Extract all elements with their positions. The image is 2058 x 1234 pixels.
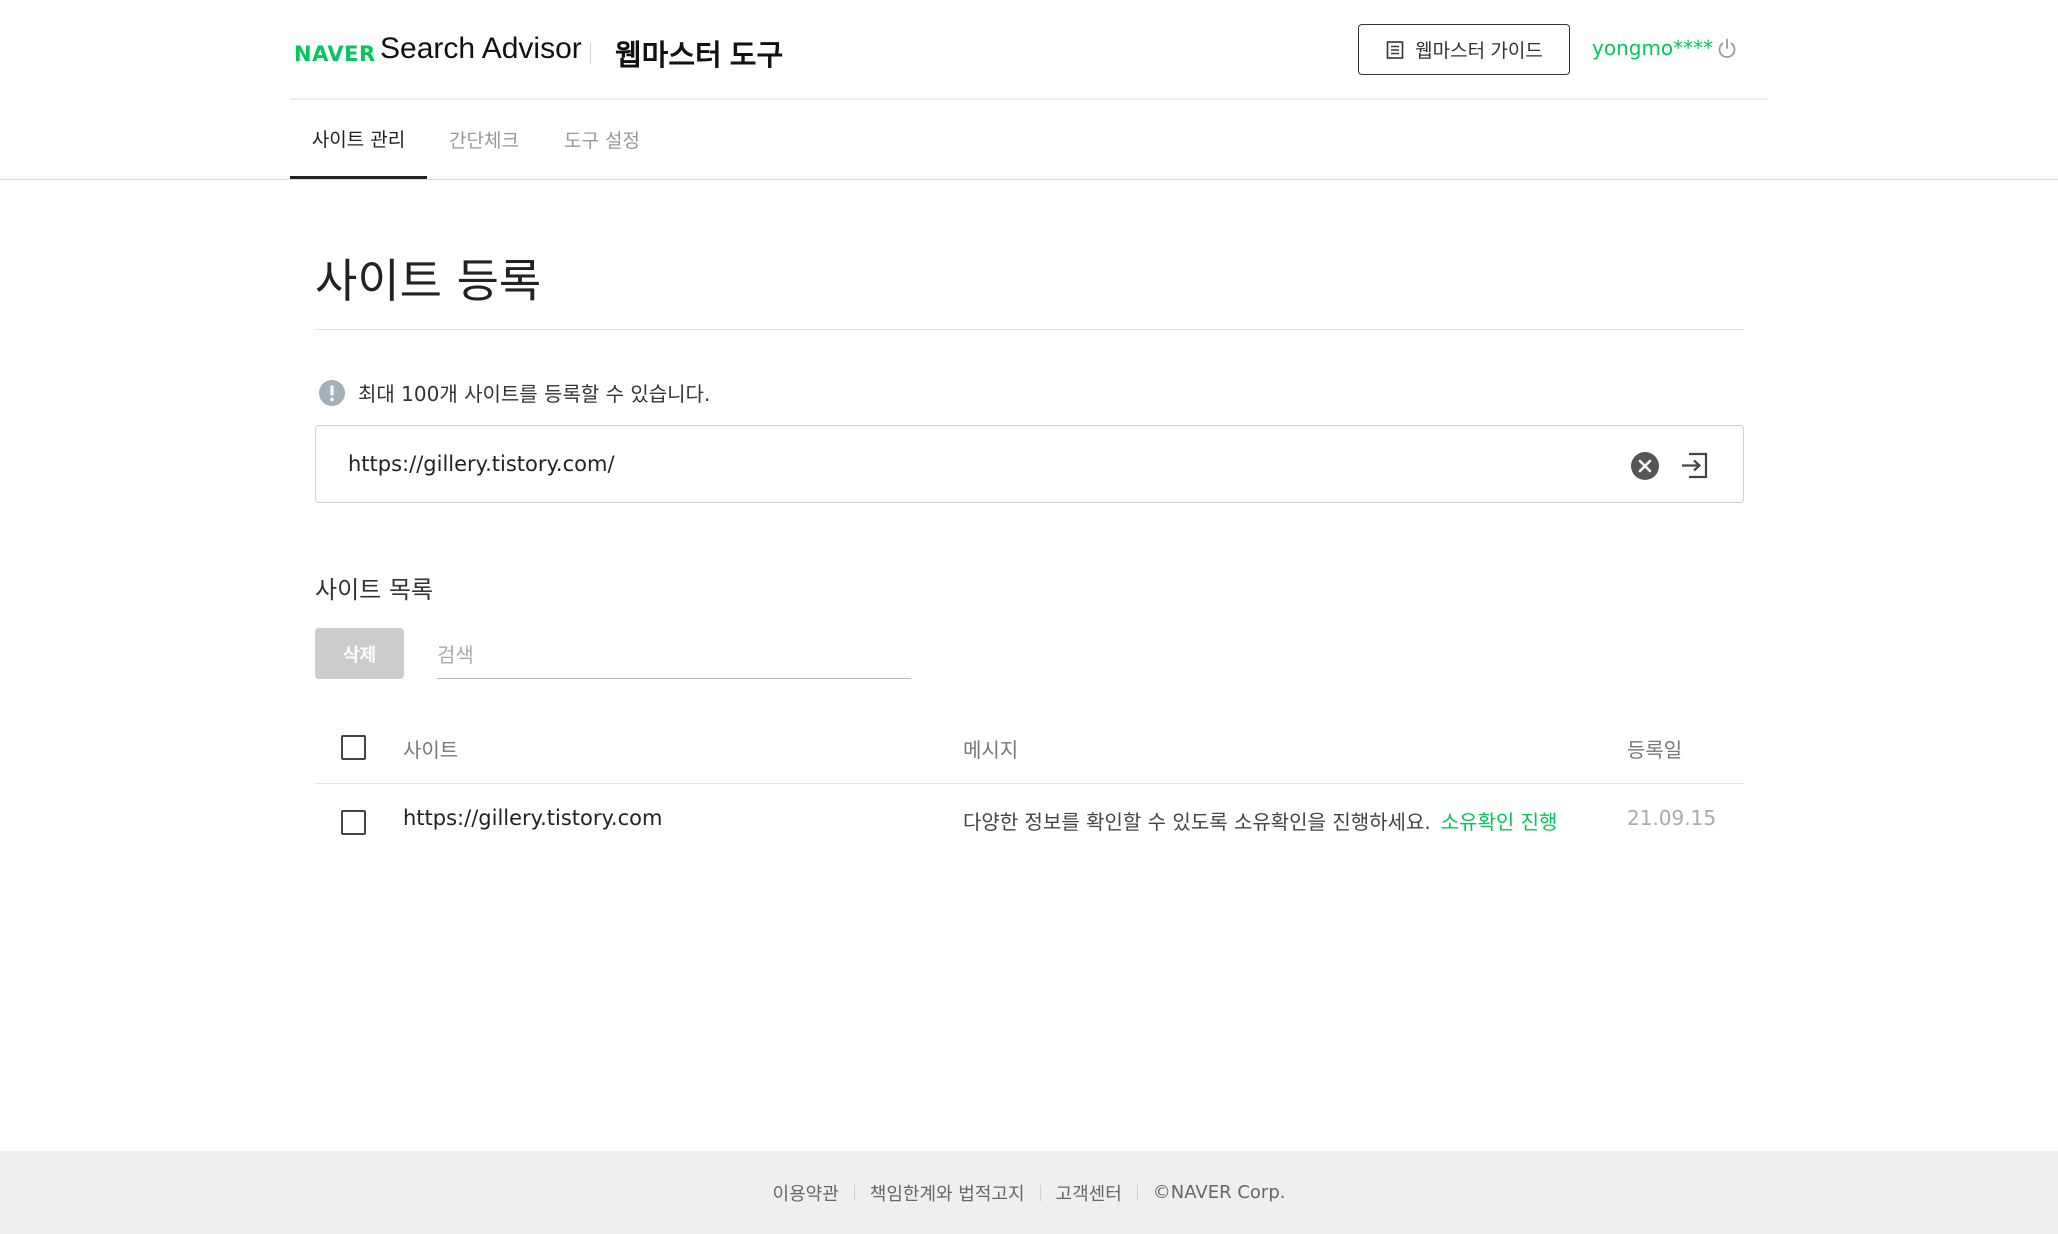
footer-divider (1136, 1184, 1138, 1201)
title-divider (315, 329, 1744, 330)
select-all-checkbox[interactable] (341, 735, 366, 760)
site-url-input[interactable] (348, 426, 1598, 501)
footer: 이용약관 책임한계와 법적고지 고객센터 ©NAVER Corp. (0, 1151, 2058, 1234)
brand-subtitle: 웹마스터 도구 (615, 40, 784, 72)
header: NAVER Search Advisor 웹마스터 도구 웹마스터 가이드 yo… (290, 0, 1768, 100)
row-date: 21.09.15 (1627, 806, 1717, 830)
notice-text: 최대 100개 사이트를 등록할 수 있습니다. (358, 382, 711, 406)
naver-logo[interactable]: NAVER (294, 42, 376, 66)
row-site-url[interactable]: https://gillery.tistory.com (403, 806, 662, 830)
footer-copyright: ©NAVER Corp. (1152, 1182, 1286, 1203)
row-message-text: 다양한 정보를 확인할 수 있도록 소유확인을 진행하세요. (963, 810, 1431, 834)
delete-button[interactable]: 삭제 (315, 628, 404, 679)
tab-bar: 사이트 관리 간단체크 도구 설정 (0, 100, 2058, 180)
document-list-icon (1386, 40, 1404, 59)
footer-support-link[interactable]: 고객센터 (1056, 1180, 1122, 1206)
brand-divider (590, 42, 591, 64)
logout-power-icon[interactable] (1715, 37, 1739, 61)
column-message: 메시지 (963, 738, 1019, 762)
table-row: https://gillery.tistory.com 다양한 정보를 확인할 … (315, 784, 1744, 860)
column-date: 등록일 (1627, 738, 1683, 762)
table-header: 사이트 메시지 등록일 (315, 712, 1744, 784)
submit-icon[interactable] (1679, 450, 1710, 481)
row-checkbox[interactable] (341, 810, 366, 835)
column-site: 사이트 (403, 738, 459, 762)
info-icon (319, 379, 345, 406)
page-title: 사이트 등록 (315, 254, 542, 308)
site-url-field (315, 425, 1744, 503)
brand-title[interactable]: Search Advisor (380, 32, 582, 66)
tab-quick-check[interactable]: 간단체크 (449, 100, 519, 179)
footer-disclaimer-link[interactable]: 책임한계와 법적고지 (870, 1180, 1025, 1206)
site-list-title: 사이트 목록 (315, 576, 434, 604)
row-message: 다양한 정보를 확인할 수 있도록 소유확인을 진행하세요. 소유확인 진행 (963, 806, 1557, 835)
register-notice: 최대 100개 사이트를 등록할 수 있습니다. (318, 378, 710, 407)
tab-site-management[interactable]: 사이트 관리 (290, 100, 427, 179)
user-id[interactable]: yongmo**** (1592, 36, 1713, 60)
footer-divider (853, 1184, 855, 1201)
footer-terms-link[interactable]: 이용약관 (773, 1180, 839, 1206)
footer-divider (1039, 1184, 1041, 1201)
footer-links: 이용약관 책임한계와 법적고지 고객센터 ©NAVER Corp. (773, 1180, 1286, 1206)
webmaster-guide-button[interactable]: 웹마스터 가이드 (1358, 24, 1570, 75)
tab-tool-settings[interactable]: 도구 설정 (564, 100, 640, 179)
webmaster-guide-label: 웹마스터 가이드 (1415, 41, 1543, 62)
clear-icon[interactable] (1630, 451, 1660, 481)
verify-ownership-link[interactable]: 소유확인 진행 (1441, 810, 1558, 834)
search-input[interactable] (437, 632, 911, 679)
